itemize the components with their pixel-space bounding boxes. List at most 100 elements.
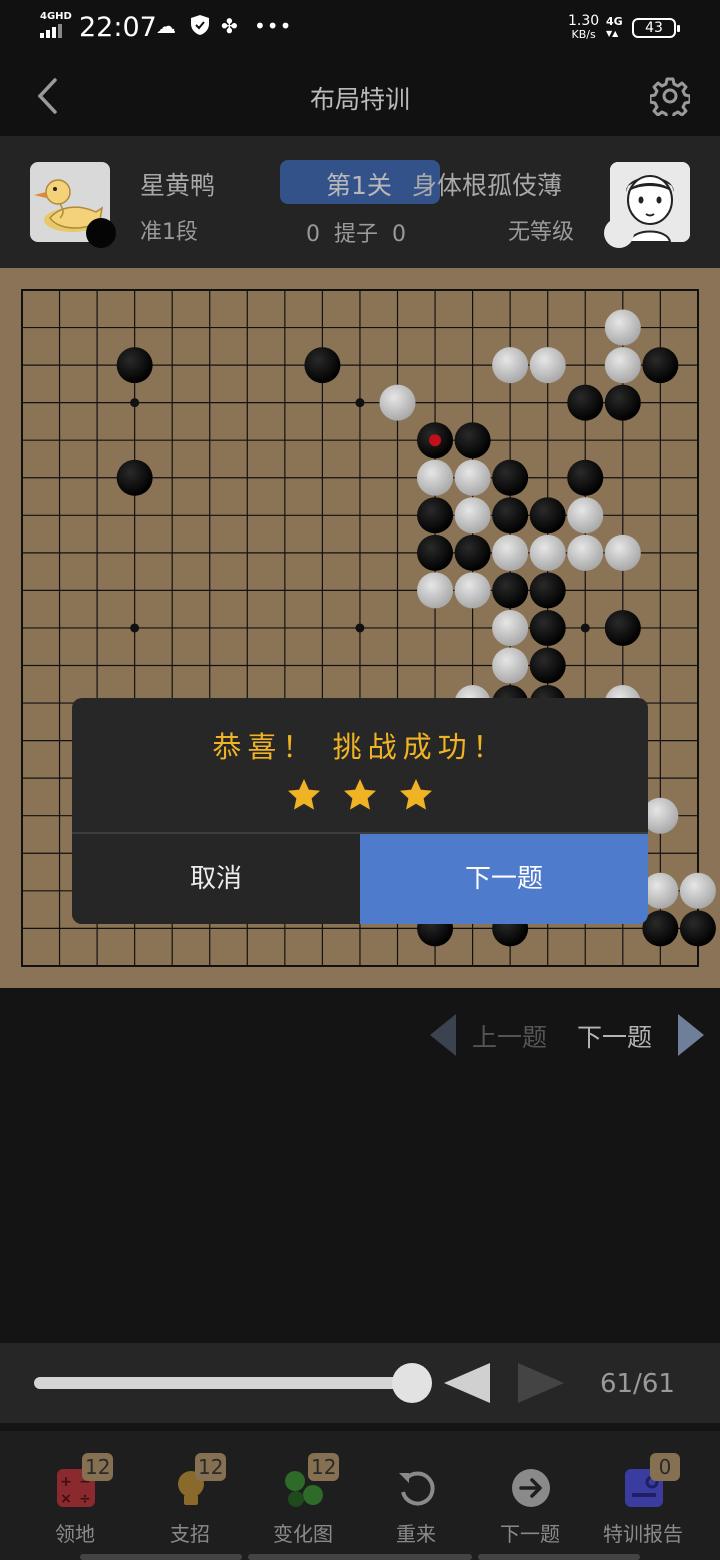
- black-stone: [604, 609, 641, 646]
- signal-icon: [40, 24, 70, 38]
- white-stone: [379, 384, 416, 421]
- white-stone: [417, 459, 454, 496]
- tab-territory[interactable]: + − × ÷ 12 领地: [15, 1431, 135, 1560]
- white-stone: [417, 572, 454, 609]
- problem-nav: 上一题 下一题: [0, 988, 720, 1078]
- next-problem-button[interactable]: 下一题: [577, 1018, 652, 1054]
- black-stone: [529, 572, 566, 609]
- star-icon: [400, 779, 432, 810]
- prev-problem-button[interactable]: 上一题: [472, 1018, 547, 1054]
- level-label: 第1关: [326, 171, 392, 200]
- black-stone: [454, 422, 491, 459]
- nav-indicator: [478, 1554, 640, 1560]
- black-stone: [417, 534, 454, 571]
- star-point: [355, 398, 365, 408]
- next-move-icon[interactable]: [516, 1363, 564, 1403]
- white-stone: [492, 609, 529, 646]
- black-stone: [417, 497, 454, 534]
- tab-report[interactable]: 0 特训报告: [583, 1431, 703, 1560]
- move-slider-track[interactable]: [34, 1377, 412, 1389]
- left-player-name: 星黄鸭: [140, 171, 216, 200]
- black-stone: [604, 384, 641, 421]
- white-stone: [492, 534, 529, 571]
- svg-text:+: +: [60, 1474, 72, 1490]
- star-icon: [344, 779, 376, 810]
- variations-badge: 12: [308, 1453, 340, 1481]
- network-type: 4GHD: [40, 11, 72, 22]
- players-panel: 星黄鸭 准1段 第1关 0 提子 0 身体根孤伎薄 无等级: [0, 136, 720, 268]
- white-stone-indicator: [604, 218, 634, 248]
- white-stone: [604, 347, 641, 384]
- white-stone: [567, 534, 604, 571]
- last-move-marker: [429, 434, 442, 447]
- black-stone: [529, 609, 566, 646]
- cell-type: 4G ▼▲: [606, 15, 623, 38]
- capture-count: 0 提子 0: [306, 222, 406, 247]
- black-stone: [116, 347, 153, 384]
- next-arrow-icon: [512, 1469, 550, 1507]
- move-slider-thumb[interactable]: [392, 1363, 432, 1403]
- black-stone: [116, 459, 153, 496]
- star-point: [130, 623, 140, 633]
- white-stone: [604, 534, 641, 571]
- dialog-title: 恭喜！ 挑战成功！: [212, 730, 508, 764]
- black-stone: [567, 384, 604, 421]
- left-player-rank: 准1段: [140, 220, 198, 245]
- white-stone: [492, 647, 529, 684]
- white-stone: [454, 497, 491, 534]
- nav-indicator: [248, 1554, 472, 1560]
- tab-label: 下一题: [500, 1522, 560, 1546]
- prev-arrow-icon[interactable]: [428, 1012, 458, 1058]
- shield-icon: [190, 14, 210, 41]
- black-stone: [454, 534, 491, 571]
- pinwheel-icon: ✤: [221, 14, 238, 38]
- rating-stars: [72, 778, 648, 816]
- white-stone: [567, 497, 604, 534]
- nav-indicator: [80, 1554, 242, 1560]
- status-bar: 4GHD 22:07 ☁ ✤ ••• 1.30 KB/s 4G ▼▲ 43: [0, 0, 720, 58]
- tab-label: 支招: [170, 1522, 210, 1546]
- star-point: [580, 623, 590, 633]
- black-stone: [529, 647, 566, 684]
- right-player-rank: 无等级: [508, 220, 575, 245]
- cancel-button[interactable]: 取消: [72, 834, 360, 924]
- black-stone: [679, 910, 716, 947]
- white-stone: [454, 459, 491, 496]
- network-speed: 1.30 KB/s: [568, 13, 600, 41]
- page-title: 布局特训: [309, 85, 410, 114]
- right-player-name: 身体根孤伎薄: [412, 171, 563, 200]
- avatar-left[interactable]: [30, 162, 116, 248]
- gear-icon[interactable]: [648, 76, 692, 121]
- black-stone: [492, 572, 529, 609]
- svg-text:×: ×: [60, 1491, 72, 1507]
- prev-move-icon[interactable]: [444, 1363, 492, 1403]
- avatar-right[interactable]: [604, 162, 690, 248]
- black-stone: [304, 347, 341, 384]
- hint-badge: 12: [195, 1453, 227, 1481]
- white-stone: [679, 872, 716, 909]
- svg-text:÷: ÷: [79, 1491, 91, 1507]
- tab-variations[interactable]: 12 变化图: [243, 1431, 363, 1560]
- black-stone: [529, 497, 566, 534]
- tab-next-problem[interactable]: 下一题: [470, 1431, 590, 1560]
- star-point: [355, 623, 365, 633]
- tab-label: 变化图: [273, 1522, 333, 1546]
- tab-label: 特训报告: [603, 1522, 683, 1546]
- next-arrow-icon[interactable]: [676, 1012, 706, 1058]
- white-stone: [529, 347, 566, 384]
- tab-restart[interactable]: 重来: [356, 1431, 476, 1560]
- black-stone: [567, 459, 604, 496]
- clock: 22:07: [79, 12, 157, 43]
- white-stone: [454, 572, 491, 609]
- black-stone-indicator: [86, 218, 116, 248]
- report-badge: 0: [650, 1453, 680, 1481]
- tab-hint[interactable]: 12 支招: [130, 1431, 250, 1560]
- tab-label: 重来: [396, 1522, 436, 1546]
- next-problem-dialog-button[interactable]: 下一题: [360, 834, 648, 924]
- more-icon: •••: [254, 14, 293, 38]
- black-stone: [492, 459, 529, 496]
- title-bar: 布局特训: [0, 58, 720, 136]
- bottom-toolbar: + − × ÷ 12 领地 12 支招 12 变化图 重来 下一题 0 特训报告: [0, 1431, 720, 1560]
- white-stone: [529, 534, 566, 571]
- success-dialog: 恭喜！ 挑战成功！ 取消 下一题: [72, 698, 648, 924]
